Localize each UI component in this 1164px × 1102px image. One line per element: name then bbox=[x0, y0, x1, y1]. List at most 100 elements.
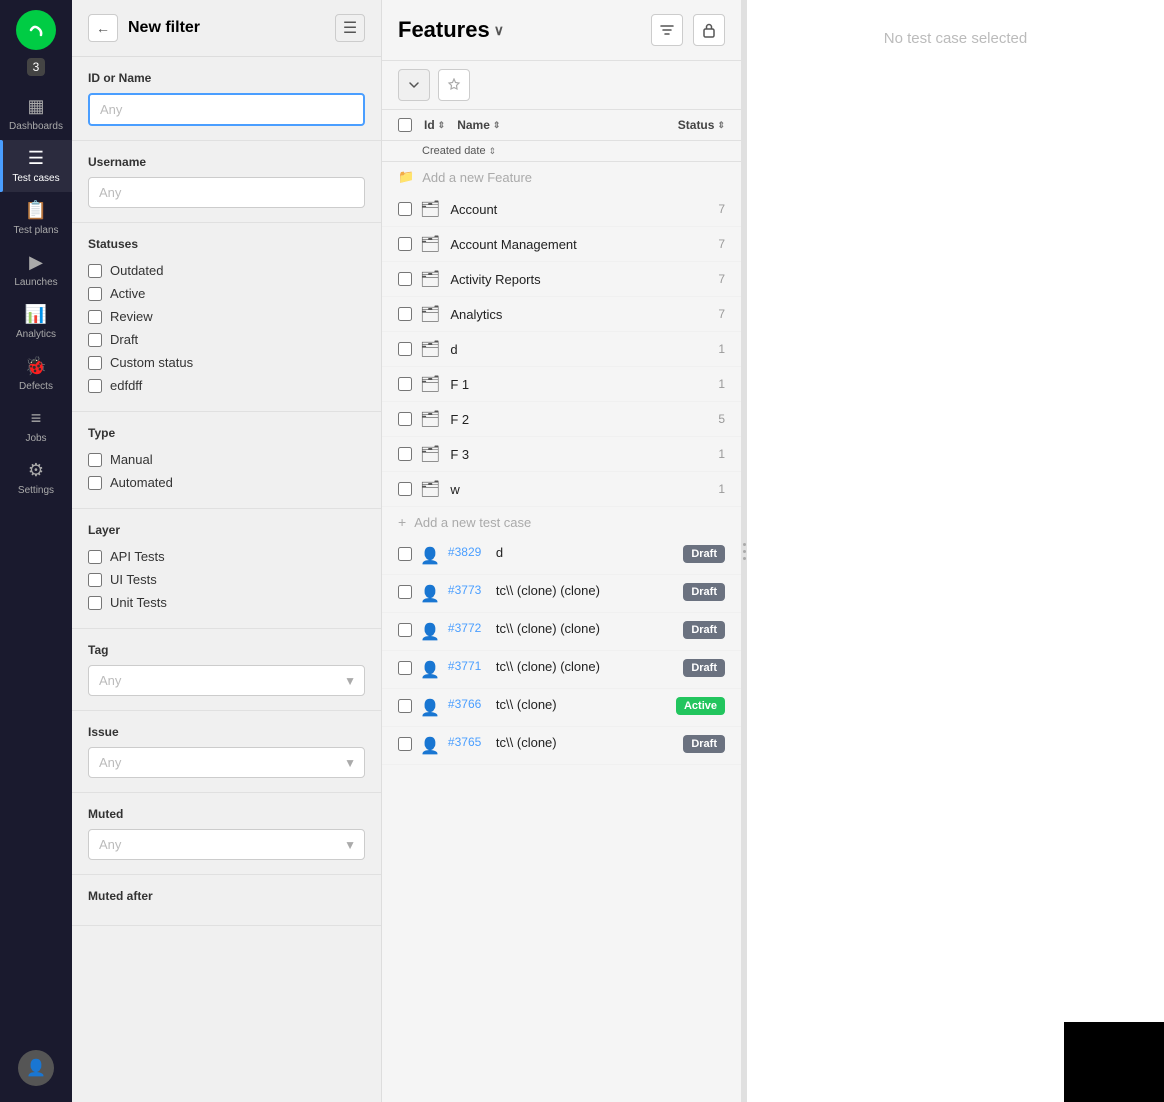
folder-row[interactable]: 🗂 F 3 1 bbox=[382, 437, 741, 472]
folder-row[interactable]: 🗂 d 1 bbox=[382, 332, 741, 367]
filter-menu-button[interactable]: ☰ bbox=[335, 14, 365, 42]
folder-checkbox[interactable] bbox=[398, 237, 412, 251]
sidebar-item-test-cases[interactable]: ☰ Test cases bbox=[0, 140, 72, 192]
folder-checkbox[interactable] bbox=[398, 202, 412, 216]
sidebar-item-launches[interactable]: ▶ Launches bbox=[0, 244, 72, 296]
add-feature-row[interactable]: 📁 Add a new Feature bbox=[382, 162, 741, 192]
test-case-row[interactable]: 👤 #3771 tc\\ (clone) (clone) Draft bbox=[382, 651, 741, 689]
id-or-name-input[interactable] bbox=[88, 93, 365, 126]
folder-count: 7 bbox=[718, 202, 725, 216]
status-draft-item[interactable]: Draft bbox=[88, 328, 365, 351]
folder-checkbox[interactable] bbox=[398, 482, 412, 496]
test-case-status-badge: Draft bbox=[683, 735, 725, 753]
username-input[interactable] bbox=[88, 177, 365, 208]
username-section: Username bbox=[72, 141, 381, 223]
test-plans-icon: 📋 bbox=[25, 200, 47, 221]
filter-back-button[interactable]: ← bbox=[88, 14, 118, 42]
layer-unit-checkbox[interactable] bbox=[88, 596, 102, 610]
test-case-row[interactable]: 👤 #3773 tc\\ (clone) (clone) Draft bbox=[382, 575, 741, 613]
folder-icon: 🗂 bbox=[420, 269, 440, 289]
layer-ui-checkbox[interactable] bbox=[88, 573, 102, 587]
folder-row[interactable]: 🗂 Activity Reports 7 bbox=[382, 262, 741, 297]
test-case-checkbox[interactable] bbox=[398, 585, 412, 599]
status-custom-checkbox[interactable] bbox=[88, 356, 102, 370]
status-review-checkbox[interactable] bbox=[88, 310, 102, 324]
status-custom-item[interactable]: Custom status bbox=[88, 351, 365, 374]
sidebar-item-jobs[interactable]: ≡ Jobs bbox=[0, 400, 72, 452]
expand-button[interactable] bbox=[398, 69, 430, 101]
test-case-row[interactable]: 👤 #3829 d Draft bbox=[382, 537, 741, 575]
tag-select[interactable]: Any bbox=[89, 666, 364, 695]
test-case-checkbox[interactable] bbox=[398, 661, 412, 675]
test-case-row[interactable]: 👤 #3772 tc\\ (clone) (clone) Draft bbox=[382, 613, 741, 651]
test-case-checkbox[interactable] bbox=[398, 547, 412, 561]
folder-name: d bbox=[450, 342, 710, 357]
user-icon: 👤 bbox=[420, 622, 440, 642]
user-icon: 👤 bbox=[420, 546, 440, 566]
folder-name: F 1 bbox=[450, 377, 710, 392]
app-logo[interactable] bbox=[16, 10, 56, 50]
status-active-label: Active bbox=[110, 286, 145, 301]
status-active-item[interactable]: Active bbox=[88, 282, 365, 305]
folder-row[interactable]: 🗂 w 1 bbox=[382, 472, 741, 507]
type-manual-checkbox[interactable] bbox=[88, 453, 102, 467]
test-case-checkbox[interactable] bbox=[398, 699, 412, 713]
layer-api-checkbox[interactable] bbox=[88, 550, 102, 564]
filter-tool-button[interactable] bbox=[651, 14, 683, 46]
test-case-checkbox[interactable] bbox=[398, 737, 412, 751]
folder-count: 7 bbox=[718, 272, 725, 286]
folder-checkbox[interactable] bbox=[398, 307, 412, 321]
sidebar-item-dashboards[interactable]: ▦ Dashboards bbox=[0, 88, 72, 140]
folder-checkbox[interactable] bbox=[398, 447, 412, 461]
layer-ui-item[interactable]: UI Tests bbox=[88, 568, 365, 591]
sidebar-item-analytics-label: Analytics bbox=[16, 329, 56, 340]
lock-tool-button[interactable] bbox=[693, 14, 725, 46]
test-case-row[interactable]: 👤 #3766 tc\\ (clone) Active bbox=[382, 689, 741, 727]
folder-checkbox[interactable] bbox=[398, 272, 412, 286]
sidebar-item-defects[interactable]: 🐞 Defects bbox=[0, 348, 72, 400]
folder-checkbox[interactable] bbox=[398, 342, 412, 356]
sidebar-item-test-plans-label: Test plans bbox=[13, 225, 58, 236]
select-all-checkbox[interactable] bbox=[398, 118, 412, 132]
id-sort-icon: ⇕ bbox=[438, 120, 446, 131]
star-button[interactable] bbox=[438, 69, 470, 101]
folder-row[interactable]: 🗂 Analytics 7 bbox=[382, 297, 741, 332]
add-test-case-row[interactable]: + Add a new test case bbox=[382, 507, 741, 537]
layer-api-item[interactable]: API Tests bbox=[88, 545, 365, 568]
test-case-name: tc\\ (clone) (clone) bbox=[496, 583, 675, 598]
status-edfdff-item[interactable]: edfdff bbox=[88, 374, 365, 397]
status-active-checkbox[interactable] bbox=[88, 287, 102, 301]
status-draft-checkbox[interactable] bbox=[88, 333, 102, 347]
test-case-name: tc\\ (clone) bbox=[496, 735, 675, 750]
test-case-row[interactable]: 👤 #3765 tc\\ (clone) Draft bbox=[382, 727, 741, 765]
sidebar-bottom: 👤 bbox=[18, 1050, 54, 1102]
test-case-id: #3772 bbox=[448, 621, 488, 635]
sidebar-item-analytics[interactable]: 📊 Analytics bbox=[0, 296, 72, 348]
muted-select[interactable]: Any bbox=[89, 830, 364, 859]
sidebar-item-settings[interactable]: ⚙ Settings bbox=[0, 452, 72, 504]
status-outdated-item[interactable]: Outdated bbox=[88, 259, 365, 282]
test-cases-icon: ☰ bbox=[28, 148, 44, 169]
status-outdated-checkbox[interactable] bbox=[88, 264, 102, 278]
issue-select[interactable]: Any bbox=[89, 748, 364, 777]
test-case-status-badge: Draft bbox=[683, 621, 725, 639]
layer-unit-item[interactable]: Unit Tests bbox=[88, 591, 365, 614]
type-manual-item[interactable]: Manual bbox=[88, 448, 365, 471]
folder-checkbox[interactable] bbox=[398, 377, 412, 391]
sidebar-item-test-plans[interactable]: 📋 Test plans bbox=[0, 192, 72, 244]
status-edfdff-checkbox[interactable] bbox=[88, 379, 102, 393]
folder-row[interactable]: 🗂 F 1 1 bbox=[382, 367, 741, 402]
user-avatar[interactable]: 👤 bbox=[18, 1050, 54, 1086]
layer-api-label: API Tests bbox=[110, 549, 165, 564]
test-case-status-badge: Draft bbox=[683, 583, 725, 601]
type-automated-checkbox[interactable] bbox=[88, 476, 102, 490]
folder-checkbox[interactable] bbox=[398, 412, 412, 426]
folder-count: 1 bbox=[718, 447, 725, 461]
folder-row[interactable]: 🗂 Account Management 7 bbox=[382, 227, 741, 262]
status-review-item[interactable]: Review bbox=[88, 305, 365, 328]
test-case-checkbox[interactable] bbox=[398, 623, 412, 637]
folder-row[interactable]: 🗂 Account 7 bbox=[382, 192, 741, 227]
type-automated-item[interactable]: Automated bbox=[88, 471, 365, 494]
status-review-label: Review bbox=[110, 309, 153, 324]
folder-row[interactable]: 🗂 F 2 5 bbox=[382, 402, 741, 437]
